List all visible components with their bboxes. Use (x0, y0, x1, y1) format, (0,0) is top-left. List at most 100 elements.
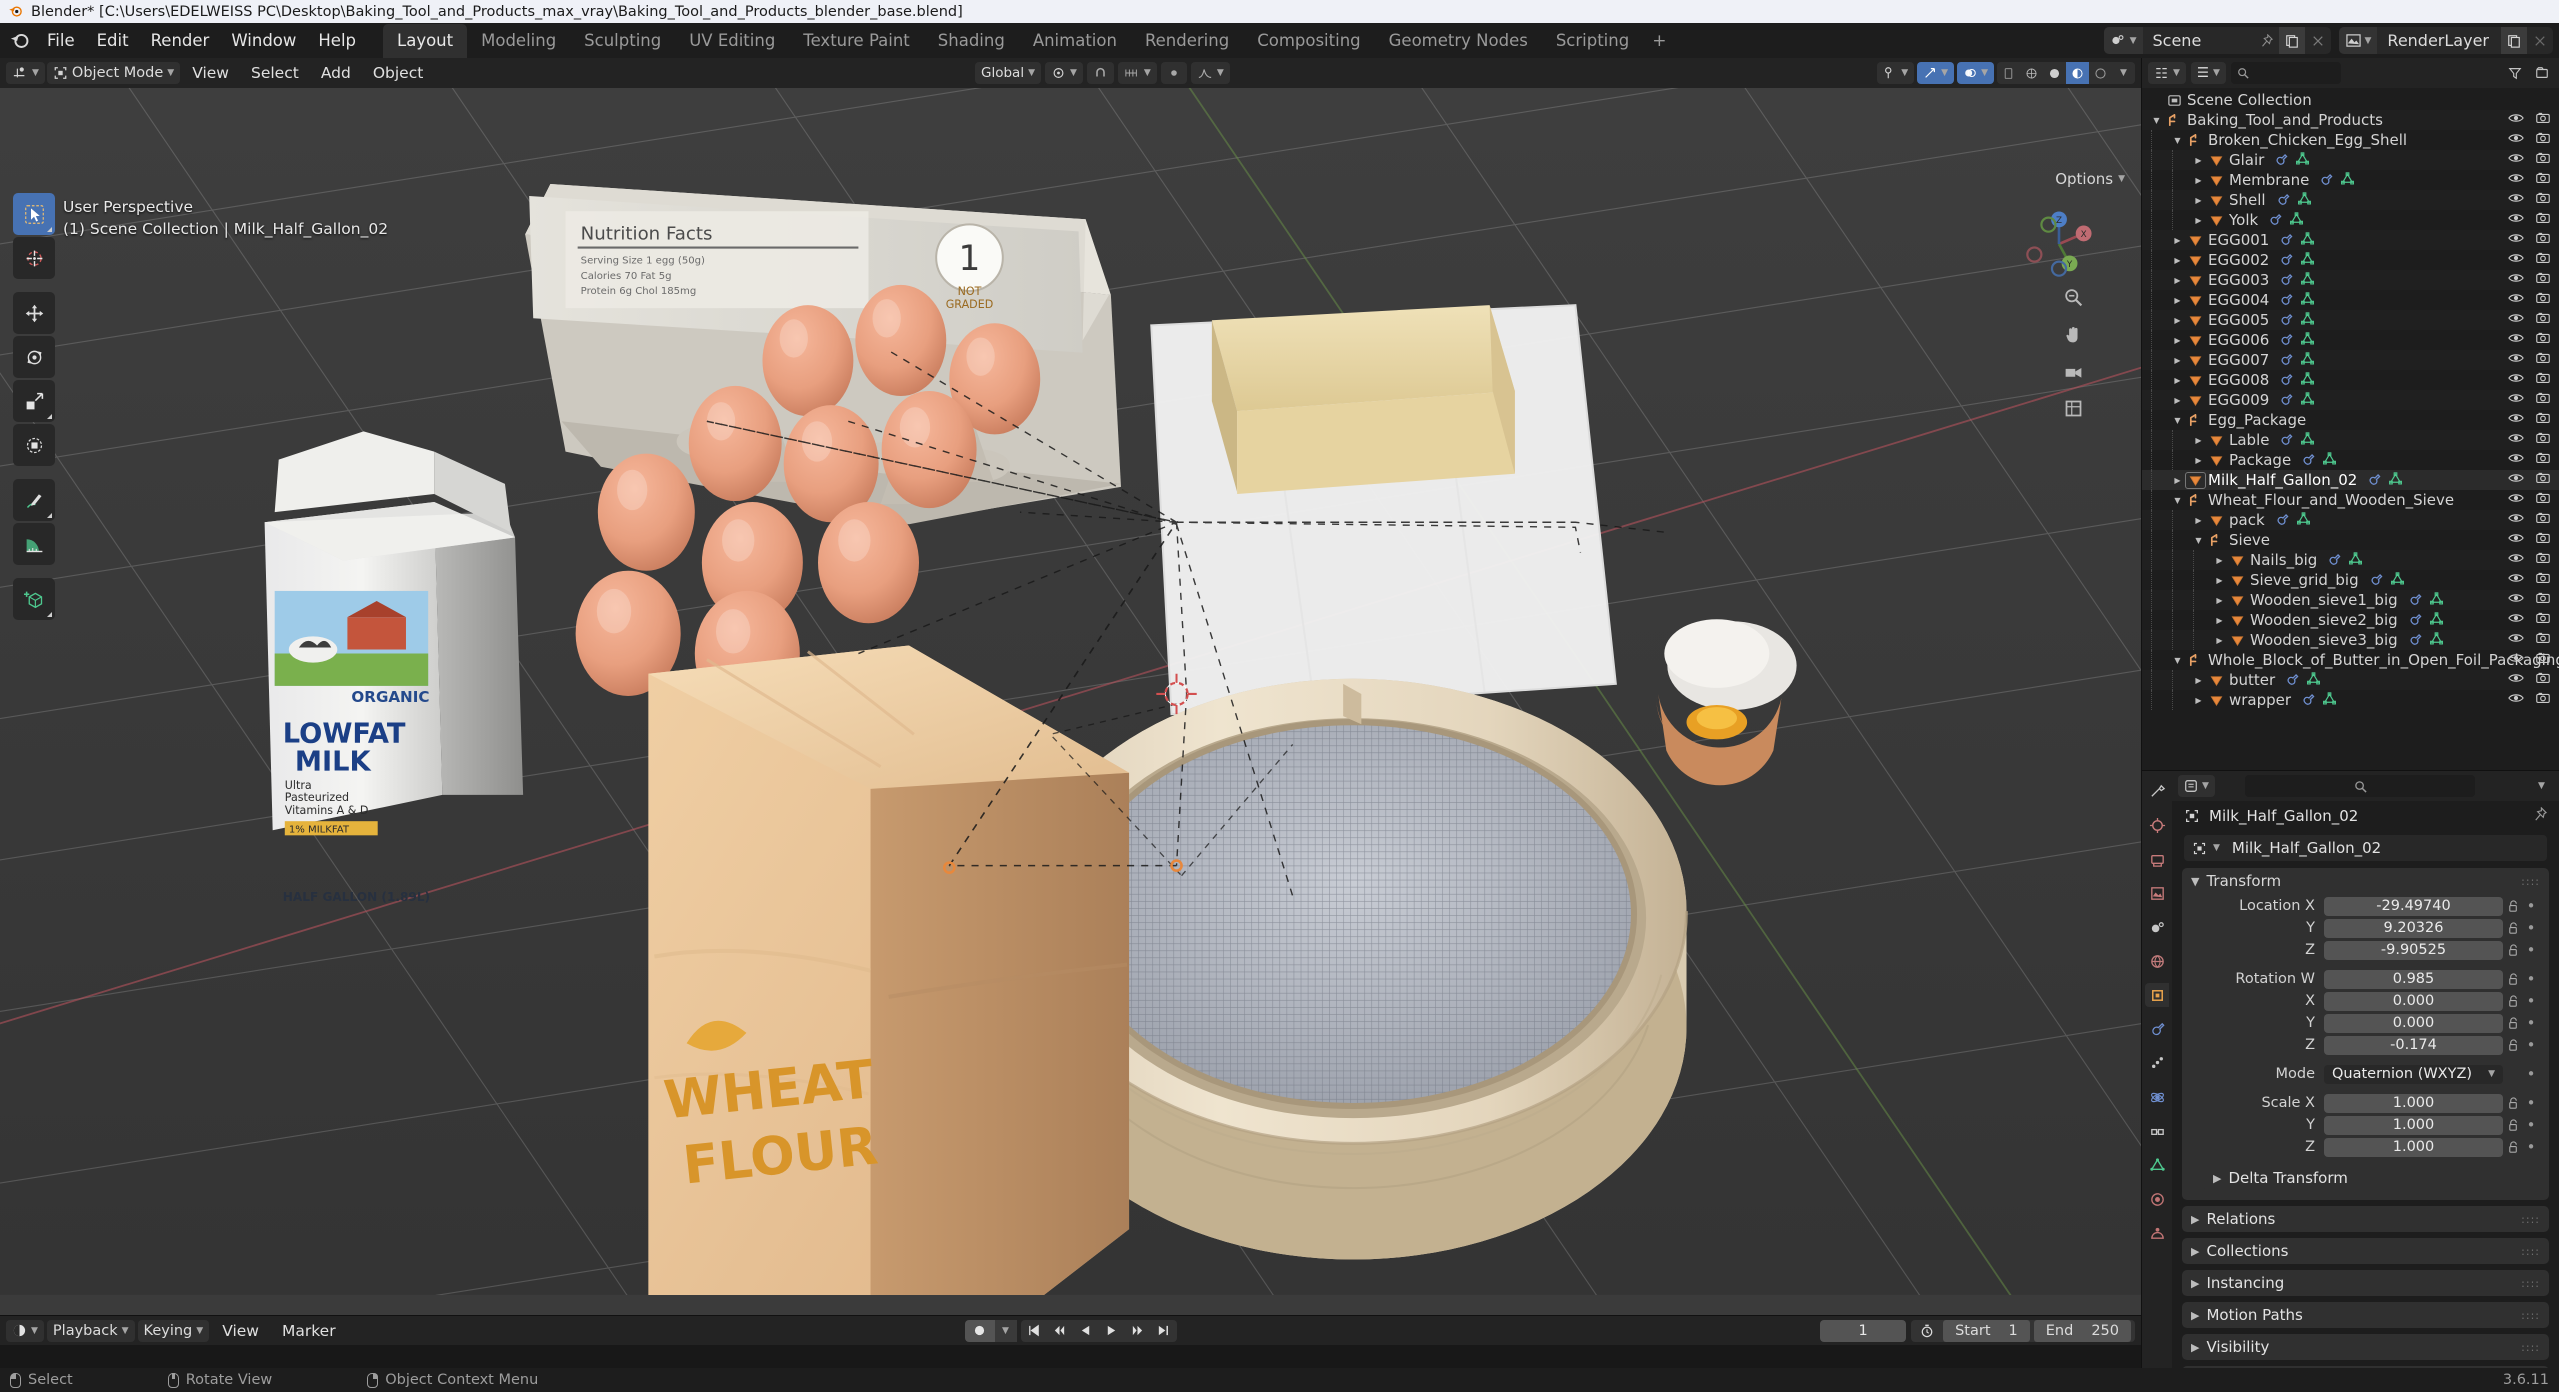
outliner-row[interactable]: ▼ Baking_Tool_and_Products (2142, 110, 2559, 130)
end-frame-field[interactable]: End 250 (2033, 1319, 2131, 1342)
hide-in-viewport-icon[interactable] (2508, 131, 2524, 149)
modifier-icon[interactable] (2367, 471, 2382, 490)
outliner-row[interactable]: ▶ EGG008 (2142, 370, 2559, 390)
solid-shading-button[interactable] (2043, 62, 2066, 84)
tab-constraint-properties[interactable] (2145, 1119, 2169, 1143)
instancing-panel[interactable]: ▶ Instancing :::: (2182, 1270, 2549, 1296)
modifier-icon[interactable] (2279, 351, 2294, 370)
outliner-row[interactable]: ▶ Shell (2142, 190, 2559, 210)
proportional-editing-toggle[interactable] (1160, 62, 1187, 84)
modifier-icon[interactable] (2268, 211, 2283, 230)
tab-scene-properties[interactable] (2145, 915, 2169, 939)
mesh-data-icon[interactable] (2300, 391, 2315, 410)
mesh-data-icon[interactable] (2300, 371, 2315, 390)
outliner-row[interactable]: ▶ EGG001 (2142, 230, 2559, 250)
outliner-row[interactable]: ▼ Wheat_Flour_and_Wooden_Sieve (2142, 490, 2559, 510)
timeline-view-menu[interactable]: View (212, 1320, 269, 1342)
tab-shading[interactable]: Shading (924, 24, 1019, 58)
outliner-row[interactable]: ▶ butter (2142, 670, 2559, 690)
disable-in-renders-icon[interactable] (2535, 211, 2551, 229)
lock-icon[interactable] (2503, 972, 2523, 986)
auto-keyframe-group[interactable]: ▼ (964, 1319, 1017, 1342)
ortho-perspective-icon[interactable] (2060, 395, 2086, 421)
outliner-row[interactable]: ▶ Package (2142, 450, 2559, 470)
scene-selector[interactable]: ▼ Scene (2103, 27, 2331, 54)
outliner-row[interactable]: ▶ EGG003 (2142, 270, 2559, 290)
location-z-value[interactable]: -9.90525 (2324, 940, 2503, 960)
navigation-gizmo[interactable]: X Y Z (2015, 200, 2103, 288)
modifier-icon[interactable] (2276, 191, 2291, 210)
disclosure-triangle-closed[interactable]: ▶ (2190, 516, 2207, 525)
timeline-marker-menu[interactable]: Marker (272, 1320, 346, 1342)
disclosure-triangle-closed[interactable]: ▶ (2169, 276, 2186, 285)
tab-uv-editing[interactable]: UV Editing (675, 24, 789, 58)
menu-window[interactable]: Window (220, 29, 307, 53)
disable-in-renders-icon[interactable] (2535, 691, 2551, 709)
disclosure-triangle-closed[interactable]: ▶ (2190, 676, 2207, 685)
disable-in-renders-icon[interactable] (2535, 331, 2551, 349)
transform-tool[interactable] (13, 424, 55, 466)
record-icon[interactable] (965, 1320, 995, 1342)
hide-in-viewport-icon[interactable] (2508, 231, 2524, 249)
modifier-icon[interactable] (2274, 151, 2289, 170)
disable-in-renders-icon[interactable] (2535, 631, 2551, 649)
disable-in-renders-icon[interactable] (2535, 391, 2551, 409)
menu-render[interactable]: Render (140, 29, 221, 53)
use-preview-range-icon[interactable] (1915, 1324, 1939, 1338)
tab-output-properties[interactable] (2145, 847, 2169, 871)
disable-in-renders-icon[interactable] (2535, 591, 2551, 609)
disclosure-triangle-closed[interactable]: ▶ (2169, 376, 2186, 385)
outliner-row[interactable]: ▶ EGG004 (2142, 290, 2559, 310)
modifier-icon[interactable] (2301, 691, 2316, 710)
viewport-menu-view[interactable]: View (182, 62, 239, 84)
outliner-row[interactable]: ▼ Sieve (2142, 530, 2559, 550)
outliner-row[interactable]: ▶ EGG005 (2142, 310, 2559, 330)
animate-property-dot[interactable]: • (2523, 941, 2539, 959)
animate-property-dot[interactable]: • (2523, 1014, 2539, 1032)
disable-in-renders-icon[interactable] (2535, 671, 2551, 689)
modifier-icon[interactable] (2279, 371, 2294, 390)
modifier-icon[interactable] (2279, 271, 2294, 290)
hide-in-viewport-icon[interactable] (2508, 351, 2524, 369)
hide-in-viewport-icon[interactable] (2508, 391, 2524, 409)
disclosure-triangle-closed[interactable]: ▶ (2190, 176, 2207, 185)
cursor-tool[interactable] (13, 237, 55, 279)
disclosure-triangle-closed[interactable]: ▶ (2190, 216, 2207, 225)
hide-in-viewport-icon[interactable] (2508, 591, 2524, 609)
hide-in-viewport-icon[interactable] (2508, 291, 2524, 309)
relations-panel[interactable]: ▶ Relations :::: (2182, 1206, 2549, 1232)
lock-icon[interactable] (2503, 943, 2523, 957)
mesh-data-icon[interactable] (2429, 591, 2444, 610)
rotation-mode-select[interactable]: Quaternion (WXYZ) ▼ (2324, 1064, 2503, 1084)
disable-in-renders-icon[interactable] (2535, 291, 2551, 309)
hide-in-viewport-icon[interactable] (2508, 491, 2524, 509)
hide-in-viewport-icon[interactable] (2508, 691, 2524, 709)
lock-icon[interactable] (2503, 921, 2523, 935)
mesh-data-icon[interactable] (2300, 251, 2315, 270)
transform-panel-header[interactable]: ▼ Transform :::: (2182, 868, 2549, 894)
lock-icon[interactable] (2503, 1016, 2523, 1030)
delete-scene-icon[interactable] (2305, 27, 2331, 54)
pan-hand-icon[interactable] (2060, 321, 2086, 347)
disable-in-renders-icon[interactable] (2535, 111, 2551, 129)
mesh-data-icon[interactable] (2289, 211, 2304, 230)
wireframe-shading-button[interactable] (2020, 62, 2043, 84)
outliner-row[interactable]: ▼ Whole_Block_of_Butter_in_Open_Foil_Pack… (2142, 650, 2559, 670)
disclosure-triangle-closed[interactable]: ▶ (2169, 356, 2186, 365)
mesh-data-icon[interactable] (2340, 171, 2355, 190)
menu-file[interactable]: File (36, 29, 86, 53)
disclosure-triangle-closed[interactable]: ▶ (2190, 456, 2207, 465)
outliner-row[interactable]: ▶ Wooden_sieve2_big (2142, 610, 2559, 630)
modifier-icon[interactable] (2301, 451, 2316, 470)
mesh-data-icon[interactable] (2295, 151, 2310, 170)
timeline-editor-type[interactable]: ▼ (6, 1319, 44, 1342)
tab-modeling[interactable]: Modeling (467, 24, 570, 58)
timeline-playback-menu[interactable]: Playback ▼ (46, 1319, 135, 1342)
disable-in-renders-icon[interactable] (2535, 131, 2551, 149)
modifier-icon[interactable] (2408, 611, 2423, 630)
properties-search-input[interactable] (2245, 775, 2476, 797)
disclosure-triangle-closed[interactable]: ▶ (2169, 256, 2186, 265)
mesh-data-icon[interactable] (2300, 291, 2315, 310)
menu-edit[interactable]: Edit (86, 29, 140, 53)
snap-magnet-toggle[interactable] (1086, 62, 1114, 84)
